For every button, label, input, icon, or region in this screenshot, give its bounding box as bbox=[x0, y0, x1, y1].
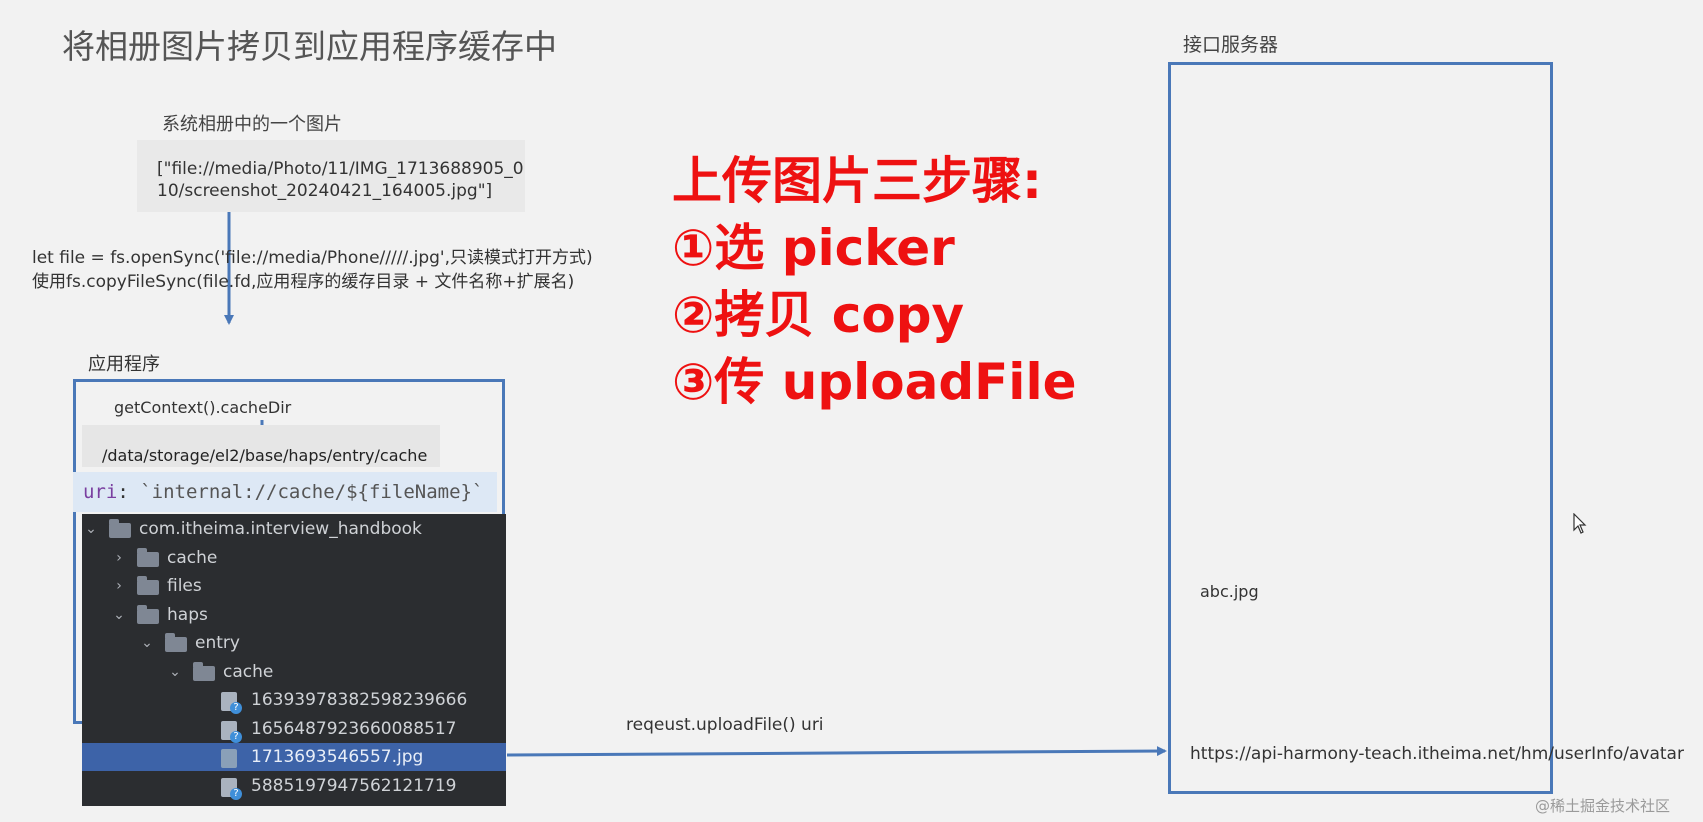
folder-icon bbox=[137, 547, 159, 567]
code-note-line: 使用fs.copyFileSync(file.fd,应用程序的缓存目录 + 文件… bbox=[32, 272, 575, 292]
steps-list: 上传图片三步骤: ①选 picker ②拷贝 copy ③传 uploadFil… bbox=[672, 148, 1077, 416]
tree-row[interactable]: ⌄ haps bbox=[82, 601, 506, 629]
step-item: ①选 picker bbox=[672, 219, 955, 277]
cache-path: /data/storage/el2/base/haps/entry/cache bbox=[82, 425, 440, 467]
folder-icon bbox=[137, 576, 159, 595]
file-icon bbox=[221, 692, 242, 714]
tree-row[interactable]: 16393978382598239666 bbox=[82, 686, 506, 714]
tree-item-label: cache bbox=[167, 547, 218, 568]
chevron-down-icon[interactable]: ⌄ bbox=[168, 658, 182, 686]
tree-item-label: entry bbox=[195, 633, 240, 653]
steps-heading: 上传图片三步骤: bbox=[672, 152, 1042, 210]
tree-row[interactable]: ⌄ cache bbox=[82, 658, 506, 686]
step-item: ②拷贝 copy bbox=[672, 286, 965, 344]
step-item: ③传 uploadFile bbox=[672, 353, 1077, 411]
tree-item-label: cache bbox=[223, 661, 274, 682]
chevron-right-icon[interactable]: › bbox=[112, 572, 126, 600]
folder-icon bbox=[165, 633, 187, 652]
image-file-icon bbox=[221, 749, 237, 768]
tree-item-label: files bbox=[167, 576, 202, 596]
server-url: https://api-harmony-teach.itheima.net/hm… bbox=[1190, 744, 1684, 764]
tree-row[interactable]: › files bbox=[82, 572, 506, 600]
tree-row[interactable]: › cache bbox=[82, 544, 506, 572]
photo-path-line: 10/screenshot_20240421_164005.jpg"] bbox=[157, 181, 493, 201]
server-file-name: abc.jpg bbox=[1200, 582, 1259, 601]
tree-item-label: 1713693546557.jpg bbox=[251, 747, 424, 767]
tree-item-label: 16393978382598239666 bbox=[251, 690, 468, 710]
chevron-right-icon[interactable]: › bbox=[112, 544, 126, 572]
tree-row[interactable]: 5885197947562121719 bbox=[82, 772, 506, 800]
uri-colon: : bbox=[117, 481, 141, 503]
chevron-down-icon[interactable]: ⌄ bbox=[112, 601, 126, 629]
tree-row[interactable]: ⌄ entry bbox=[82, 629, 506, 657]
tree-row[interactable]: 1713693546557.jpg bbox=[82, 743, 506, 771]
file-tree: ⌄ com.itheima.interview_handbook › cache › fi… bbox=[82, 514, 506, 806]
upload-label: reqeust.uploadFile() uri bbox=[626, 715, 824, 735]
tree-item-label: 1656487923660088517 bbox=[251, 718, 457, 739]
upload-arrow-icon bbox=[506, 746, 1167, 757]
folder-icon bbox=[137, 604, 159, 624]
file-icon bbox=[221, 777, 242, 800]
folder-icon bbox=[109, 519, 131, 538]
photo-label: 系统相册中的一个图片 bbox=[162, 114, 342, 135]
watermark: @稀土掘金技术社区 bbox=[1535, 797, 1671, 815]
code-note-line: let file = fs.openSync('file://media/Pho… bbox=[32, 248, 593, 268]
chevron-down-icon[interactable]: ⌄ bbox=[84, 515, 98, 543]
cursor-icon bbox=[1573, 512, 1587, 539]
uri-key: uri bbox=[83, 481, 118, 503]
code-note: let file = fs.openSync('file://media/Pho… bbox=[32, 246, 593, 294]
cachedir-label: getContext().cacheDir bbox=[114, 398, 292, 417]
page-title: 将相册图片拷贝到应用程序缓存中 bbox=[62, 27, 557, 66]
folder-icon bbox=[193, 661, 215, 681]
tree-item-label: com.itheima.interview_handbook bbox=[139, 519, 422, 539]
photo-path-line: ["file://media/Photo/11/IMG_1713688905_0 bbox=[157, 159, 524, 179]
app-label: 应用程序 bbox=[88, 354, 160, 375]
file-icon bbox=[221, 720, 242, 743]
tree-row[interactable]: ⌄ com.itheima.interview_handbook bbox=[82, 515, 506, 543]
tree-row[interactable]: 1656487923660088517 bbox=[82, 715, 506, 743]
tree-item-label: 5885197947562121719 bbox=[251, 775, 457, 796]
uri-code: uri: `internal://cache/${fileName}` bbox=[73, 472, 497, 512]
photo-path-box: ["file://media/Photo/11/IMG_1713688905_0… bbox=[137, 140, 525, 212]
chevron-down-icon[interactable]: ⌄ bbox=[140, 629, 154, 657]
tree-item-label: haps bbox=[167, 604, 208, 625]
uri-value: `internal://cache/${fileName}` bbox=[140, 481, 484, 503]
server-box bbox=[1168, 62, 1553, 794]
server-label: 接口服务器 bbox=[1183, 34, 1279, 56]
